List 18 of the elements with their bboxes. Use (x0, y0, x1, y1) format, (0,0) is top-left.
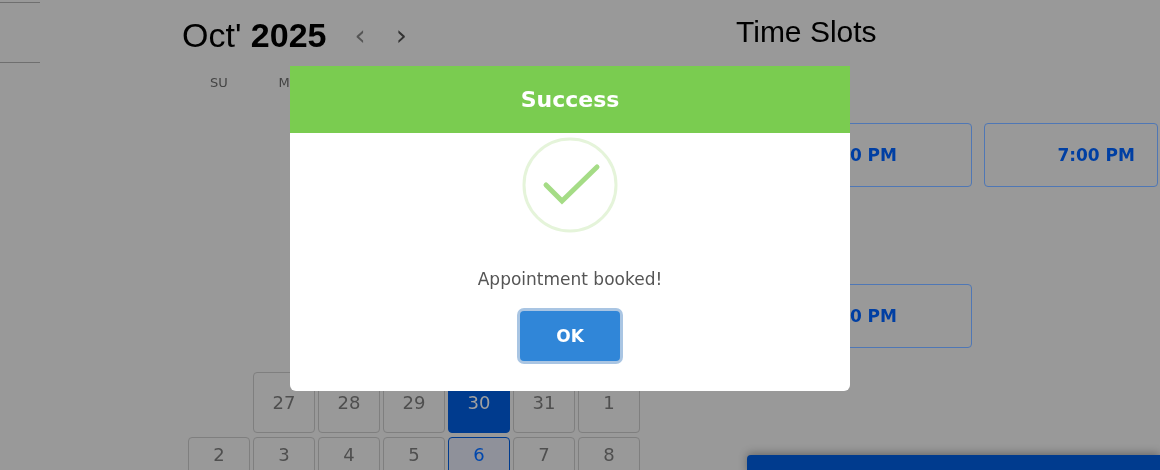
month-title: Oct' 2025 (182, 16, 327, 55)
section-title: Time Slots (736, 15, 878, 49)
date-cell[interactable]: 7 (513, 437, 575, 470)
date-cell[interactable]: 8 (578, 437, 640, 470)
dialog-message: Appointment booked! (477, 269, 663, 289)
time-slot-button[interactable]: 7:00 PM (984, 123, 1158, 187)
date-cell[interactable]: 4 (318, 437, 380, 470)
next-month-button[interactable]: › (389, 21, 413, 50)
date-cell[interactable]: 5 (383, 437, 445, 470)
ok-button[interactable]: OK (520, 311, 620, 361)
date-cell[interactable]: 3 (253, 437, 315, 470)
weekday-label: SU (209, 75, 229, 90)
date-cell[interactable]: 2 (188, 437, 250, 470)
date-cell[interactable]: 6 (448, 437, 510, 470)
dialog-title: Success (520, 87, 620, 112)
previous-month-button[interactable]: ‹ (348, 21, 372, 50)
success-check-icon (522, 137, 618, 233)
weekday-label: M (277, 75, 291, 90)
